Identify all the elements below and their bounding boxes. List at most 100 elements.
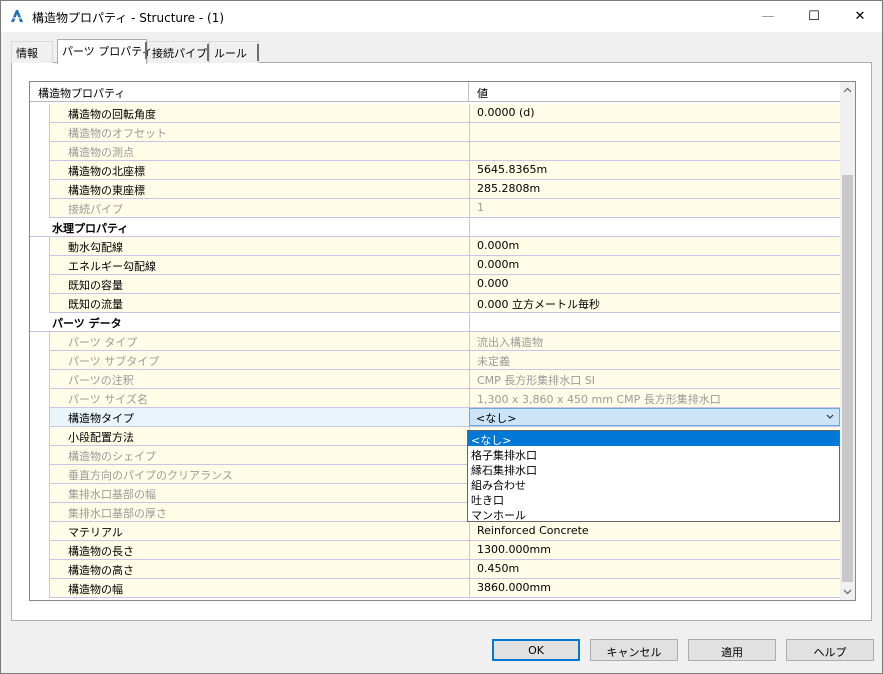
row-gutter [30,256,50,275]
tab-label: 情報 [16,47,38,60]
tab-divider [257,44,259,61]
row-gutter [30,351,50,370]
maximize-button[interactable]: ☐ [791,1,837,32]
property-label: 既知の容量 [50,275,469,293]
table-row[interactable]: マテリアル Reinforced Concrete [30,522,840,541]
table-row[interactable]: 構造物の長さ 1300.000mm [30,541,840,560]
window-title: 構造物プロパティ - Structure - (1) [32,11,225,25]
property-label: パーツ サイズ名 [50,389,469,407]
chevron-down-icon[interactable] [825,410,835,424]
table-row[interactable]: パーツの注釈 CMP 長方形集排水口 SI [30,370,840,389]
table-row[interactable]: パーツ タイプ 流出入構造物 [30,332,840,351]
table-row[interactable]: 構造物のオフセット [30,123,840,142]
row-gutter [30,503,50,522]
table-row[interactable]: 構造物の北座標 5645.8365m [30,161,840,180]
property-value[interactable]: 5645.8365m [469,161,840,179]
property-value: 未定義 [469,351,840,369]
property-value[interactable]: Reinforced Concrete [469,522,840,540]
category-row-hydraulic[interactable]: 水理プロパティ [30,218,840,237]
help-button[interactable]: ヘルプ [786,639,874,661]
tab-label: 接続パイプ [152,47,207,60]
table-row[interactable]: パーツ サブタイプ 未定義 [30,351,840,370]
row-gutter [30,522,50,541]
vertical-scrollbar[interactable] [840,82,855,600]
header-value[interactable]: 値 [469,82,840,102]
tab-rules[interactable]: ルール [209,41,259,63]
property-value[interactable]: 0.450m [469,560,840,578]
scrollbar-thumb[interactable] [842,175,853,582]
table-row[interactable]: 構造物の高さ 0.450m [30,560,840,579]
category-value [469,218,840,236]
combobox-value: <なし> [476,412,517,425]
property-label: 構造物の東座標 [50,180,469,198]
row-gutter [30,123,50,142]
property-value: 流出入構造物 [469,332,840,350]
table-row-structure-type[interactable]: 構造物タイプ <なし> [30,408,840,427]
property-value[interactable]: 1300.000mm [469,541,840,559]
property-label: 構造物の長さ [50,541,469,559]
tab-connected-pipes[interactable]: 接続パイプ [147,41,209,63]
table-row[interactable]: 構造物の測点 [30,142,840,161]
property-value[interactable]: 0.000m [469,237,840,255]
cancel-button[interactable]: キャンセル [590,639,678,661]
row-gutter [30,275,50,294]
property-value[interactable]: 0.000 立方メートル毎秒 [469,294,840,312]
ok-button[interactable]: OK [492,639,580,661]
tab-part-properties[interactable]: パーツ プロパティ [57,39,153,64]
tab-info[interactable]: 情報 [11,41,53,63]
dialog-window: 構造物プロパティ - Structure - (1) — ☐ ✕ 情報 パーツ … [0,0,883,674]
property-value [469,123,840,141]
grid-rows: 構造物の回転角度 0.0000 (d) 構造物のオフセット 構造物の測点 構造物の… [30,104,840,598]
dropdown-option[interactable]: 組み合わせ [468,476,839,492]
minimize-button[interactable]: — [745,1,791,32]
property-label: 垂直方向のパイプのクリアランス [50,465,469,483]
property-value [469,142,840,160]
row-gutter [30,541,50,560]
scroll-up-icon[interactable] [840,82,855,99]
property-label: 小段配置方法 [50,427,469,445]
property-label: エネルギー勾配線 [50,256,469,274]
category-label: パーツ データ [30,313,469,331]
property-value[interactable]: 3860.000mm [469,579,840,597]
table-row[interactable]: 構造物の回転角度 0.0000 (d) [30,104,840,123]
app-icon [11,10,23,22]
dropdown-option[interactable]: 縁石集排水口 [468,461,839,477]
property-value[interactable]: 0.0000 (d) [469,104,840,122]
table-row[interactable]: 接続パイプ 1 [30,199,840,218]
header-name[interactable]: 構造物プロパティ [30,82,469,102]
apply-button[interactable]: 適用 [688,639,776,661]
category-label: 水理プロパティ [30,218,469,236]
tab-label: ルール [214,47,247,60]
property-label: パーツの注釈 [50,370,469,388]
row-gutter [30,579,50,598]
table-row[interactable]: エネルギー勾配線 0.000m [30,256,840,275]
table-row[interactable]: パーツ サイズ名 1,300 x 3,860 x 450 mm CMP 長方形集排… [30,389,840,408]
row-gutter [30,180,50,199]
property-label: 動水勾配線 [50,237,469,255]
row-gutter [30,427,50,446]
property-value[interactable]: 0.000m [469,256,840,274]
dropdown-option[interactable]: マンホール [468,506,839,522]
tab-label: パーツ プロパティ [62,45,153,58]
close-button[interactable]: ✕ [837,1,883,32]
property-grid: 構造物プロパティ 値 構造物の回転角度 0.0000 (d) 構造物のオフセット … [29,81,856,601]
property-value[interactable]: 285.2808m [469,180,840,198]
row-gutter [30,104,50,123]
dropdown-option[interactable]: 吐き口 [468,491,839,507]
table-row[interactable]: 既知の容量 0.000 [30,275,840,294]
table-row[interactable]: 構造物の東座標 285.2808m [30,180,840,199]
property-label: 構造物のオフセット [50,123,469,141]
property-label: 構造物の高さ [50,560,469,578]
category-row-part-data[interactable]: パーツ データ [30,313,840,332]
table-row[interactable]: 構造物の幅 3860.000mm [30,579,840,598]
row-gutter [30,294,50,313]
table-row[interactable]: 動水勾配線 0.000m [30,237,840,256]
dropdown-option[interactable]: <なし> [468,431,839,447]
table-row[interactable]: 既知の流量 0.000 立方メートル毎秒 [30,294,840,313]
scroll-down-icon[interactable] [840,583,855,600]
dropdown-option[interactable]: 格子集排水口 [468,446,839,462]
row-gutter [30,237,50,256]
property-value[interactable]: 0.000 [469,275,840,293]
structure-type-combobox[interactable]: <なし> [469,408,840,426]
row-gutter [30,446,50,465]
